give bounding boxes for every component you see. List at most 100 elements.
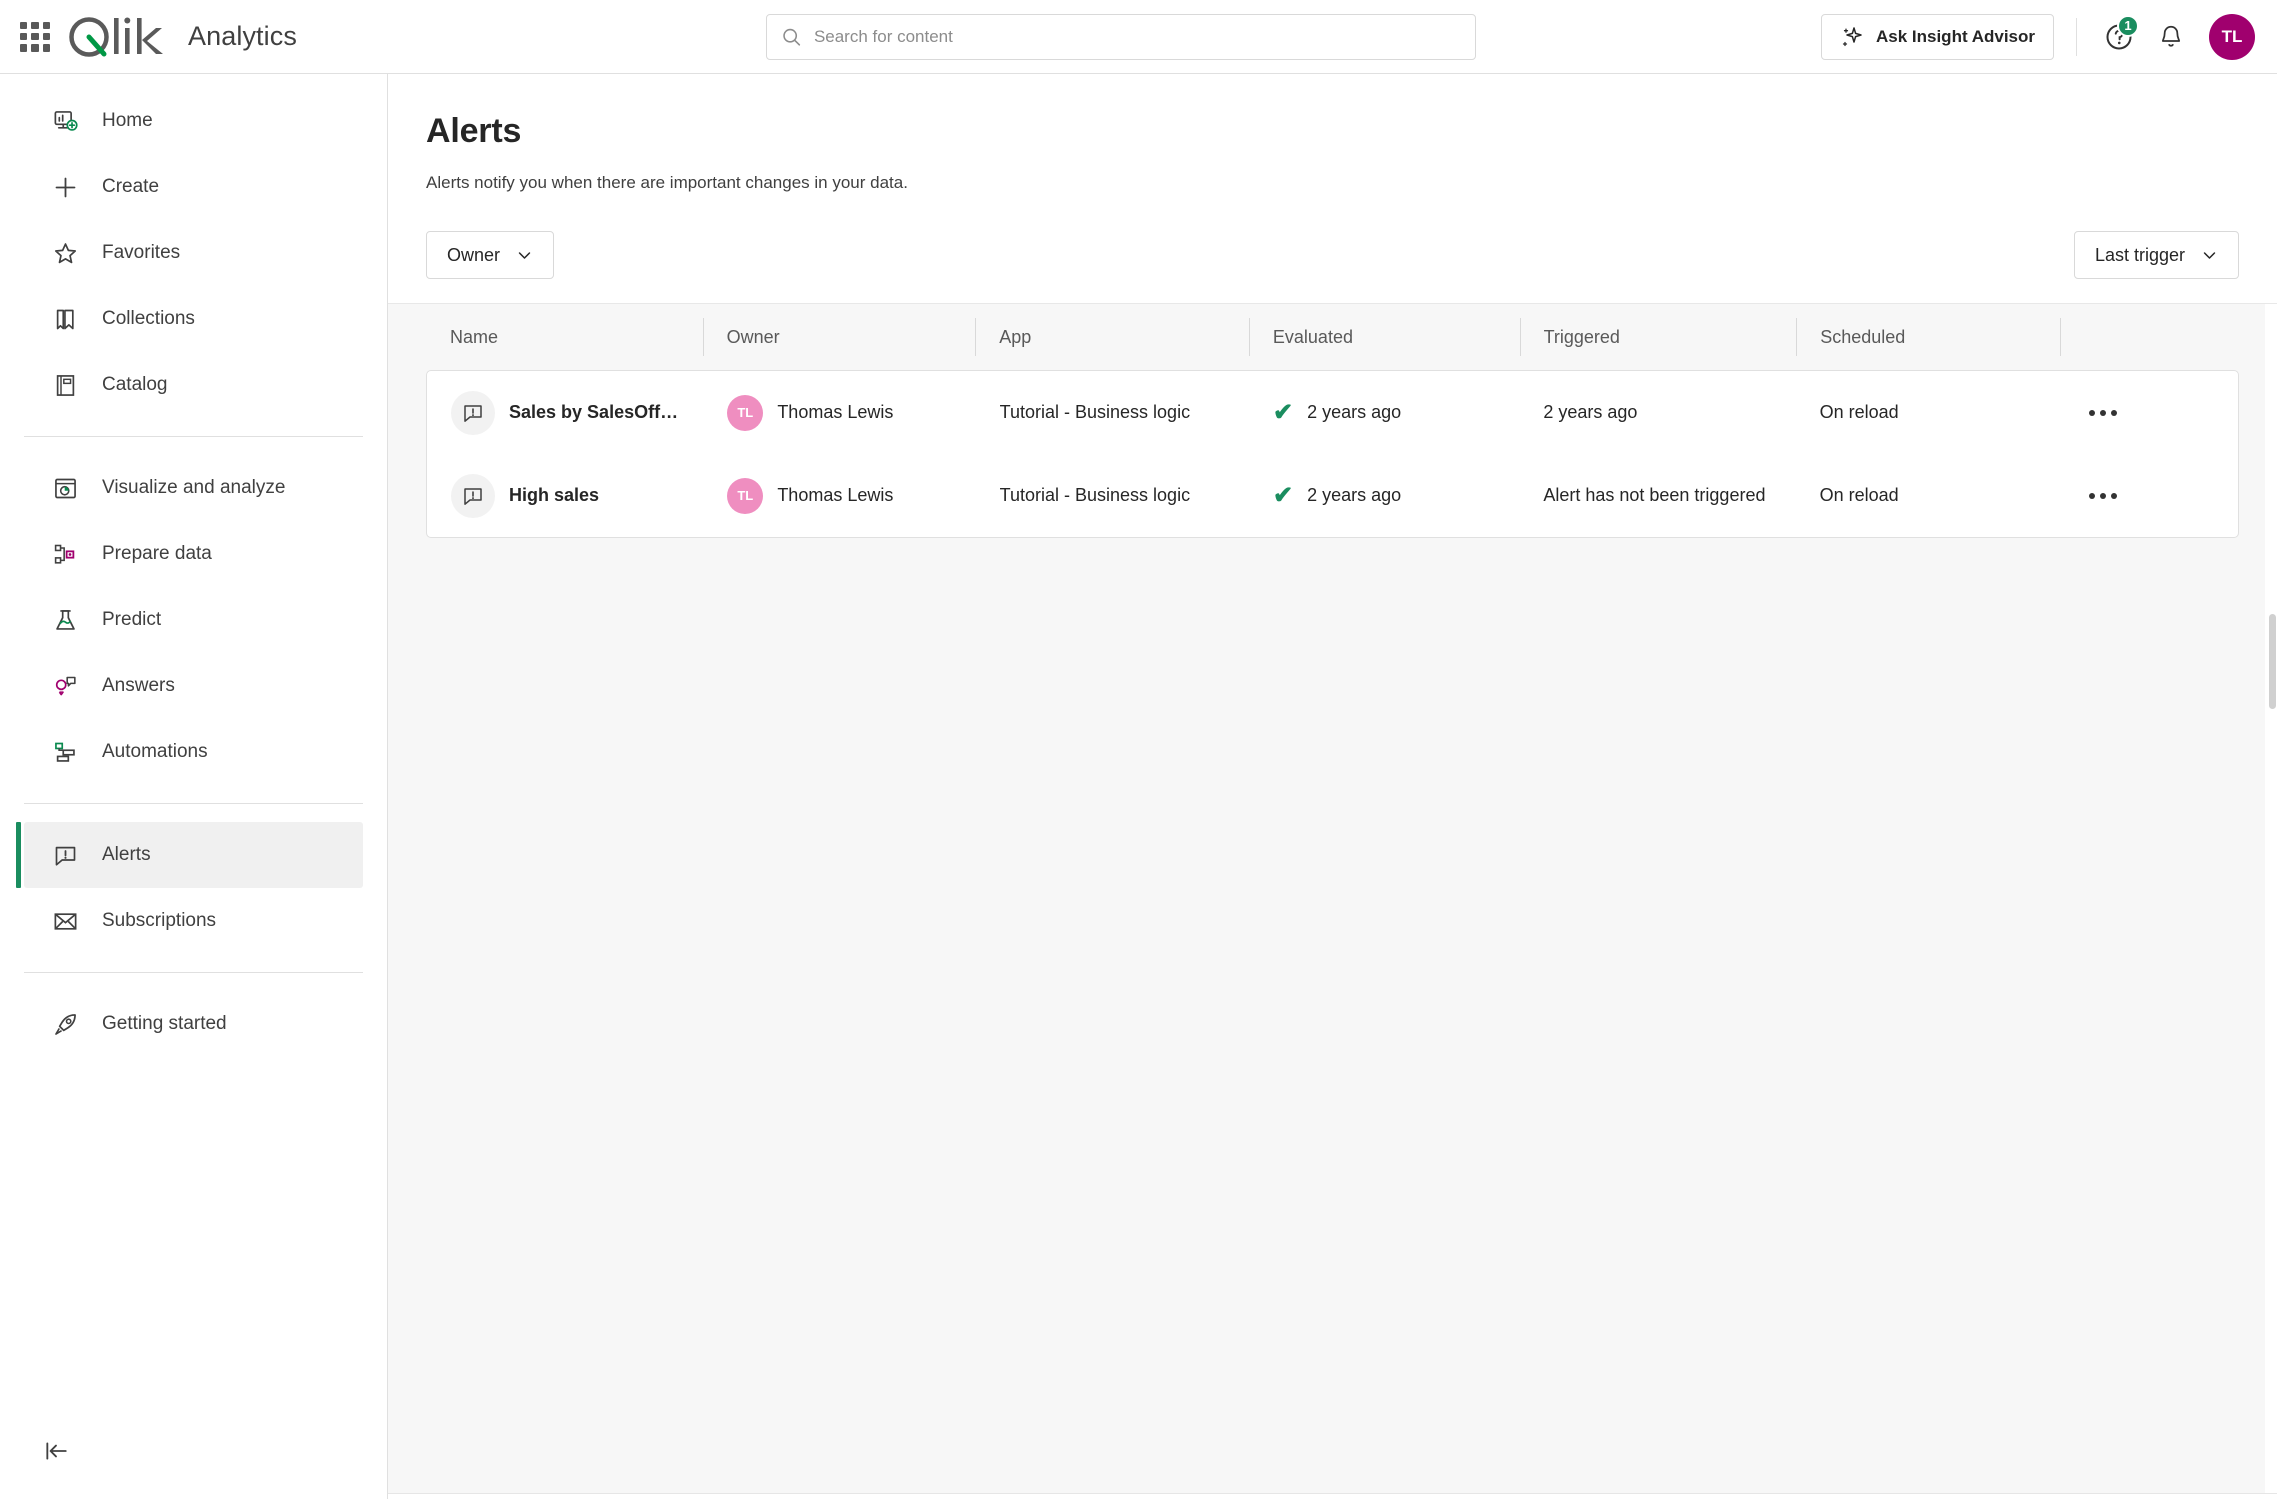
- row-more-options-icon[interactable]: [2083, 492, 2118, 499]
- sidebar-item-alerts[interactable]: Alerts: [16, 822, 363, 888]
- data-nodes-icon: [50, 539, 80, 569]
- column-header-owner[interactable]: Owner: [702, 318, 976, 356]
- search-icon: [783, 28, 801, 46]
- cell-triggered: Alert has not been triggered: [1519, 454, 1795, 537]
- alert-bubble-icon: [451, 473, 495, 518]
- page-subtitle: Alerts notify you when there are importa…: [426, 173, 908, 192]
- notifications-button[interactable]: [2151, 17, 2191, 57]
- column-header-triggered[interactable]: Triggered: [1519, 318, 1797, 356]
- sidebar-item-label: Prepare data: [102, 543, 212, 564]
- table-row[interactable]: Sales by SalesOff… TL Thomas Lewis Tutor…: [427, 371, 2238, 454]
- alert-bubble-icon: [451, 390, 495, 435]
- automation-blocks-icon: [50, 737, 80, 767]
- book-icon: [50, 370, 80, 400]
- alert-bubble-icon: [50, 840, 80, 870]
- app-launcher-icon[interactable]: [20, 21, 50, 52]
- sort-filter-label: Last trigger: [2094, 244, 2185, 265]
- owner-filter-label: Owner: [447, 244, 501, 265]
- triggered-time: Alert has not been triggered: [1543, 485, 1766, 505]
- sidebar-item-label: Predict: [102, 609, 162, 630]
- table-row[interactable]: High sales TL Thomas Lewis Tutorial - Bu…: [427, 454, 2238, 537]
- page-header: Alerts Alerts notify you when there are …: [388, 74, 2277, 303]
- sidebar-item-visualize-and-analyze[interactable]: Visualize and analyze: [24, 455, 363, 521]
- triggered-time: 2 years ago: [1543, 402, 1638, 422]
- topbar-actions: Ask Insight Advisor 1 TL: [1820, 13, 2277, 60]
- lightbulb-chat-icon: [50, 671, 80, 701]
- chevron-down-icon: [2203, 251, 2216, 259]
- sidebar-item-collections[interactable]: Collections: [24, 286, 363, 352]
- sidebar-item-label: Alerts: [102, 844, 151, 865]
- alert-name: Sales by SalesOff…: [509, 402, 679, 422]
- top-navigation-bar: Analytics Ask Insight Advisor: [0, 0, 2277, 74]
- evaluated-time: 2 years ago: [1307, 485, 1402, 505]
- sidebar-item-label: Getting started: [102, 1013, 227, 1034]
- row-more-options-icon[interactable]: [2083, 409, 2118, 416]
- sidebar-item-getting-started[interactable]: Getting started: [24, 991, 363, 1057]
- avatar: TL: [727, 394, 764, 431]
- sidebar-item-home[interactable]: Home: [24, 88, 363, 154]
- sidebar-item-catalog[interactable]: Catalog: [24, 352, 363, 418]
- column-header-name[interactable]: Name: [426, 318, 703, 356]
- cell-evaluated: ✔ 2 years ago: [1249, 371, 1519, 454]
- flask-icon: [50, 605, 80, 635]
- sidebar-divider: [24, 803, 363, 804]
- filter-toolbar: Owner Last trigger: [426, 231, 2239, 303]
- owner-name: Thomas Lewis: [777, 402, 894, 422]
- cell-actions: [2059, 371, 2238, 454]
- sidebar-item-create[interactable]: Create: [24, 154, 363, 220]
- sidebar-item-subscriptions[interactable]: Subscriptions: [24, 888, 363, 954]
- owner-name: Thomas Lewis: [777, 485, 894, 505]
- brand-logo-group[interactable]: Analytics: [66, 14, 297, 60]
- sidebar-item-label: Favorites: [102, 242, 181, 263]
- help-button[interactable]: 1: [2099, 14, 2139, 57]
- rocket-icon: [50, 1009, 80, 1039]
- bookmark-icon: [50, 304, 80, 334]
- sort-filter-button[interactable]: Last trigger: [2073, 231, 2239, 279]
- cell-scheduled: On reload: [1796, 371, 2059, 454]
- page-scrollbar-thumb[interactable]: [2269, 614, 2276, 709]
- sidebar-item-label: Create: [102, 176, 160, 197]
- sidebar-item-automations[interactable]: Automations: [24, 719, 363, 785]
- cell-owner: TL Thomas Lewis: [703, 454, 975, 537]
- sidebar-item-predict[interactable]: Predict: [24, 587, 363, 653]
- ask-insight-advisor-button[interactable]: Ask Insight Advisor: [1820, 13, 2054, 60]
- main-content: Alerts Alerts notify you when there are …: [388, 74, 2277, 1499]
- alerts-table-card: Sales by SalesOff… TL Thomas Lewis Tutor…: [426, 370, 2239, 538]
- sidebar-item-answers[interactable]: Answers: [24, 653, 363, 719]
- scheduled-value: On reload: [1819, 402, 1899, 422]
- collapse-sidebar-button[interactable]: [36, 1431, 76, 1471]
- user-avatar[interactable]: TL: [2209, 13, 2255, 60]
- sidebar-item-label: Catalog: [102, 374, 168, 395]
- sparkle-icon: [1842, 26, 1862, 46]
- cell-app: Tutorial - Business logic: [976, 371, 1249, 454]
- alerts-table-region: Name Owner App Evaluated Triggered Sched…: [388, 303, 2277, 1499]
- cell-app: Tutorial - Business logic: [976, 454, 1249, 537]
- alert-name: High sales: [509, 485, 600, 505]
- column-header-app[interactable]: App: [975, 318, 1249, 356]
- cell-triggered: 2 years ago: [1519, 371, 1795, 454]
- scheduled-value: On reload: [1819, 485, 1899, 505]
- page-scrollbar[interactable]: [2265, 304, 2277, 1499]
- home-dashboard-icon: [50, 106, 80, 136]
- chevron-down-icon: [518, 251, 531, 259]
- column-header-scheduled[interactable]: Scheduled: [1796, 318, 2060, 356]
- sidebar-item-prepare-data[interactable]: Prepare data: [24, 521, 363, 587]
- column-header-evaluated[interactable]: Evaluated: [1248, 318, 1520, 356]
- search-input[interactable]: [813, 27, 1461, 47]
- sidebar-divider: [24, 972, 363, 973]
- owner-filter-button[interactable]: Owner: [426, 231, 555, 279]
- cell-actions: [2059, 454, 2238, 537]
- cell-name[interactable]: High sales: [427, 454, 703, 537]
- collapse-left-icon: [46, 1442, 67, 1460]
- global-search[interactable]: [766, 14, 1476, 60]
- sidebar-item-favorites[interactable]: Favorites: [24, 220, 363, 286]
- qlik-logo-icon: [69, 16, 163, 57]
- column-header-actions: [2059, 318, 2239, 356]
- star-icon: [50, 238, 80, 268]
- main-sidebar: Home Create Favorites Collections Catalo…: [0, 74, 388, 1499]
- check-icon: ✔: [1272, 481, 1294, 509]
- cell-name[interactable]: Sales by SalesOff…: [427, 371, 703, 454]
- chart-window-icon: [50, 473, 80, 503]
- cell-evaluated: ✔ 2 years ago: [1249, 454, 1519, 537]
- check-icon: ✔: [1272, 398, 1294, 426]
